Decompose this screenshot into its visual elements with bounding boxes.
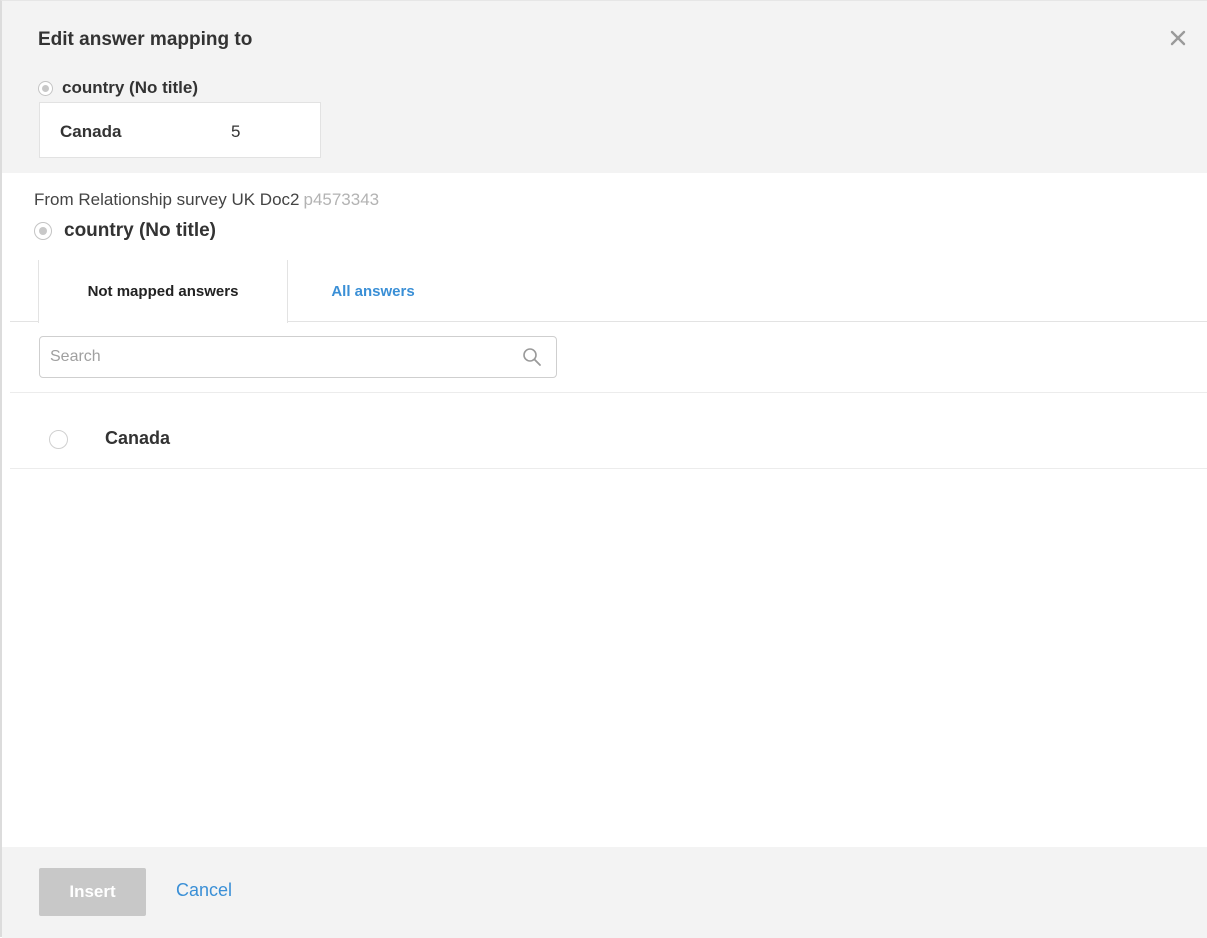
answer-radio[interactable] <box>49 430 68 449</box>
source-question: country (No title) <box>34 220 216 242</box>
edit-answer-mapping-dialog: Edit answer mapping to country (No title… <box>0 0 1207 938</box>
question-type-radio-icon <box>38 80 53 96</box>
search-icon[interactable] <box>522 347 542 367</box>
insert-button[interactable]: Insert <box>39 868 146 916</box>
answer-label: Canada <box>105 428 171 448</box>
dialog-footer: Insert Cancel <box>2 847 1207 938</box>
target-answer-box: Canada 5 <box>39 102 321 158</box>
question-type-radio-icon <box>34 222 52 240</box>
source-doc-id: p4573343 <box>303 190 380 209</box>
source-survey-name: From Relationship survey UK Doc2 <box>34 190 300 209</box>
close-icon-glyph <box>1170 30 1186 46</box>
list-item[interactable]: Canada <box>10 393 1207 469</box>
tab-not-mapped-answers[interactable]: Not mapped answers <box>38 260 288 323</box>
close-icon[interactable] <box>1167 27 1189 49</box>
source-survey-line: From Relationship survey UK Doc2 p4573343 <box>34 190 379 210</box>
target-answer-code: 5 <box>231 122 241 141</box>
tab-all-answers[interactable]: All answers <box>288 260 458 322</box>
cancel-button[interactable]: Cancel <box>176 880 232 901</box>
dialog-header: Edit answer mapping to country (No title… <box>2 1 1207 173</box>
source-question-label: country (No title) <box>64 220 216 241</box>
search-input[interactable] <box>40 337 510 377</box>
target-answer-name: Canada <box>60 122 122 141</box>
target-question-label: country (No title) <box>62 78 198 97</box>
search-box <box>39 336 557 378</box>
target-question: country (No title) <box>38 77 198 99</box>
dialog-title: Edit answer mapping to <box>38 29 253 50</box>
answer-tabs: Not mapped answers All answers <box>10 260 1207 323</box>
